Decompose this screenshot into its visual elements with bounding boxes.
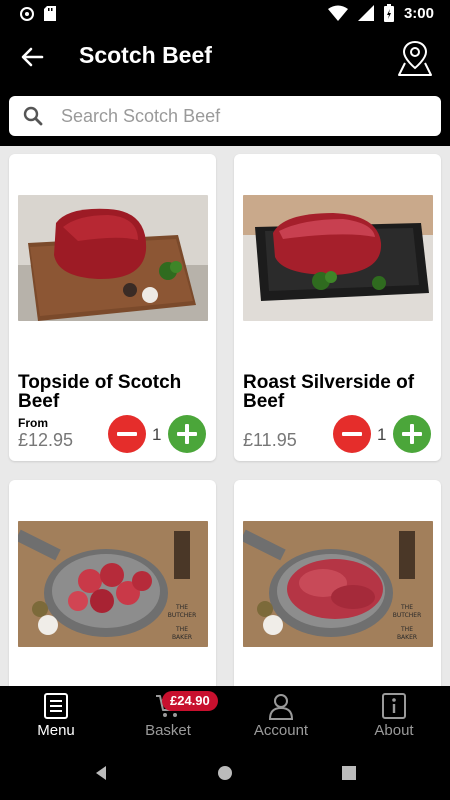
system-back-icon[interactable] bbox=[92, 764, 110, 782]
nav-item-account[interactable]: Account bbox=[225, 686, 337, 746]
product-price: £12.95 bbox=[18, 430, 74, 450]
price-from-label: From bbox=[18, 416, 48, 430]
image-text: THE bbox=[175, 626, 188, 633]
account-icon bbox=[268, 694, 294, 720]
product-card[interactable]: THE BUTCHER THE BAKER bbox=[9, 480, 216, 686]
product-name: Roast Silverside of Beef bbox=[243, 372, 415, 412]
image-text: BUTCHER bbox=[393, 612, 421, 619]
system-home-icon[interactable] bbox=[216, 764, 234, 782]
search-bar: Search Scotch Beef bbox=[0, 86, 450, 146]
page-title: Scotch Beef bbox=[79, 42, 212, 68]
image-text: THE bbox=[400, 626, 413, 633]
decrease-quantity-button[interactable] bbox=[108, 415, 146, 453]
system-recents-icon[interactable] bbox=[340, 764, 358, 782]
nav-item-menu[interactable]: Menu bbox=[0, 686, 112, 746]
wifi-icon bbox=[327, 5, 348, 21]
quantity-value: 1 bbox=[152, 425, 162, 444]
search-icon bbox=[23, 106, 43, 126]
increase-quantity-button[interactable] bbox=[393, 415, 431, 453]
product-price: £11.95 bbox=[243, 430, 297, 450]
menu-book-icon bbox=[44, 693, 68, 719]
nav-label-basket: Basket bbox=[145, 722, 191, 739]
image-text: BAKER bbox=[397, 634, 417, 641]
product-name: Topside of Scotch Beef bbox=[18, 372, 182, 412]
search-placeholder: Search Scotch Beef bbox=[61, 106, 221, 126]
image-text: BAKER bbox=[172, 634, 192, 641]
system-navigation-bar bbox=[0, 746, 450, 800]
product-card[interactable]: THE BUTCHER THE BAKER bbox=[234, 480, 441, 686]
signal-icon bbox=[357, 5, 374, 21]
decrease-quantity-button[interactable] bbox=[333, 415, 371, 453]
increase-quantity-button[interactable] bbox=[168, 415, 206, 453]
quantity-stepper: 1 bbox=[333, 414, 433, 454]
product-image bbox=[18, 195, 208, 321]
product-card[interactable]: Topside of Scotch Beef From £12.95 1 bbox=[9, 154, 216, 461]
map-pin-icon[interactable] bbox=[396, 38, 434, 78]
nav-label-account: Account bbox=[253, 722, 309, 739]
product-image: THE BUTCHER THE BAKER bbox=[18, 521, 208, 647]
product-card[interactable]: Roast Silverside of Beef £11.95 1 bbox=[234, 154, 441, 461]
product-image bbox=[243, 195, 433, 321]
status-time: 3:00 bbox=[403, 4, 434, 22]
arrow-back-icon[interactable] bbox=[18, 43, 46, 71]
app-bar: Scotch Beef bbox=[0, 28, 450, 86]
info-icon bbox=[382, 693, 406, 719]
quantity-stepper: 1 bbox=[108, 414, 208, 454]
image-text: THE bbox=[400, 604, 413, 611]
product-image: THE BUTCHER THE BAKER bbox=[243, 521, 433, 647]
nav-label-menu: Menu bbox=[37, 722, 75, 739]
battery-charging-icon bbox=[383, 4, 394, 22]
basket-total-badge[interactable]: £24.90 bbox=[162, 691, 218, 711]
image-text: THE bbox=[175, 604, 188, 611]
nav-item-about[interactable]: About bbox=[338, 686, 450, 746]
image-text: BUTCHER bbox=[168, 612, 196, 619]
bottom-nav: Menu Basket Account About bbox=[0, 686, 450, 746]
nav-label-about: About bbox=[374, 722, 414, 739]
sd-card-icon bbox=[44, 6, 56, 21]
status-bar: 3:00 bbox=[0, 0, 450, 28]
quantity-value: 1 bbox=[377, 425, 387, 444]
product-grid: Topside of Scotch Beef From £12.95 1 Roa… bbox=[0, 146, 450, 686]
search-input[interactable]: Search Scotch Beef bbox=[9, 96, 441, 136]
sync-icon bbox=[20, 6, 34, 21]
